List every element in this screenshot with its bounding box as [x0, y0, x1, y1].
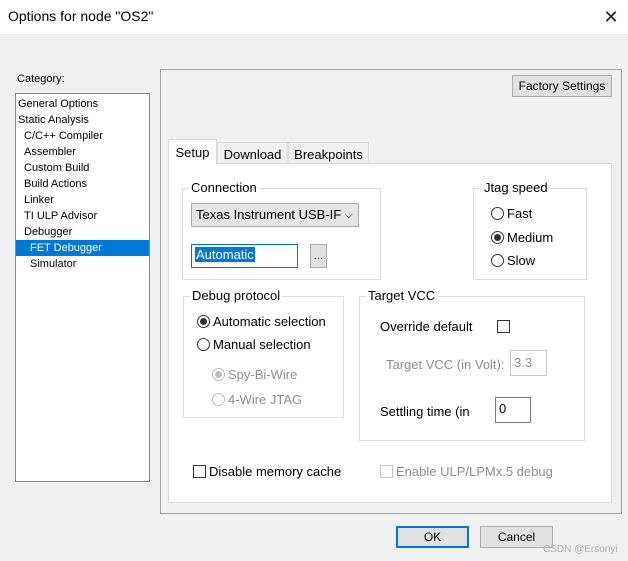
jtag-fast-label: Fast: [507, 206, 533, 221]
connection-dropdown[interactable]: Texas Instrument USB-IF ⌵: [191, 203, 359, 227]
category-item-ulp-advisor[interactable]: TI ULP Advisor: [16, 208, 149, 224]
jtag-medium-radio[interactable]: [491, 231, 504, 244]
automatic-selection-label: Automatic selection: [213, 314, 326, 329]
enable-ulp-debug-checkbox[interactable]: [380, 465, 393, 478]
category-item-build-actions[interactable]: Build Actions: [16, 176, 149, 192]
window-title: Options for node "OS2": [8, 8, 154, 24]
jtag-slow-radio[interactable]: [491, 254, 504, 267]
connection-port-input[interactable]: Automatic: [191, 244, 298, 268]
category-list[interactable]: General Options Static Analysis C/C++ Co…: [15, 93, 150, 482]
category-item-general-options[interactable]: General Options: [16, 96, 149, 112]
close-icon[interactable]: ✕: [596, 4, 626, 30]
category-item-static-analysis[interactable]: Static Analysis: [16, 112, 149, 128]
category-item-assembler[interactable]: Assembler: [16, 144, 149, 160]
category-item-simulator[interactable]: Simulator: [16, 256, 149, 272]
disable-memory-cache-label: Disable memory cache: [209, 464, 342, 479]
override-default-label: Override default: [380, 319, 473, 334]
target-vcc-volt-label: Target VCC (in Volt):: [386, 357, 505, 372]
category-item-fet-debugger[interactable]: FET Debugger: [16, 240, 149, 256]
debug-protocol-label: Debug protocol: [190, 288, 283, 303]
browse-button[interactable]: ...: [310, 244, 327, 268]
disable-memory-cache-checkbox[interactable]: [193, 465, 206, 478]
jtag-speed-label: Jtag speed: [482, 180, 550, 195]
connection-group-label: Connection: [189, 180, 259, 195]
tab-setup[interactable]: Setup: [168, 139, 217, 165]
watermark: CSDN @Ersonyi: [543, 544, 618, 555]
four-wire-jtag-radio[interactable]: [212, 393, 225, 406]
enable-ulp-debug-label: Enable ULP/LPMx.5 debug: [396, 464, 553, 479]
chevron-down-icon: ⌵: [344, 209, 353, 221]
category-item-debugger[interactable]: Debugger: [16, 224, 149, 240]
spy-bi-wire-label: Spy-Bi-Wire: [228, 367, 298, 382]
manual-selection-label: Manual selection: [213, 337, 311, 352]
connection-port-value: Automatic: [195, 247, 255, 262]
manual-selection-radio[interactable]: [197, 338, 210, 351]
override-default-checkbox[interactable]: [497, 320, 510, 333]
automatic-selection-radio[interactable]: [197, 315, 210, 328]
four-wire-jtag-label: 4-Wire JTAG: [228, 392, 303, 407]
settling-time-label: Settling time (in: [380, 404, 470, 419]
spy-bi-wire-radio[interactable]: [212, 368, 225, 381]
jtag-medium-label: Medium: [507, 230, 554, 245]
jtag-slow-label: Slow: [507, 253, 536, 268]
category-label: Category:: [17, 73, 65, 85]
target-vcc-label: Target VCC: [366, 288, 438, 303]
target-vcc-volt-input[interactable]: 3.3: [510, 350, 547, 376]
category-item-custom-build[interactable]: Custom Build: [16, 160, 149, 176]
tab-download[interactable]: Download: [217, 142, 288, 165]
category-item-compiler[interactable]: C/C++ Compiler: [16, 128, 149, 144]
settling-time-input[interactable]: 0: [495, 397, 531, 423]
ok-button[interactable]: OK: [396, 526, 469, 548]
category-item-linker[interactable]: Linker: [16, 192, 149, 208]
jtag-fast-radio[interactable]: [491, 207, 504, 220]
factory-settings-button[interactable]: Factory Settings: [512, 75, 612, 97]
tab-breakpoints[interactable]: Breakpoints: [288, 142, 369, 165]
connection-dropdown-value: Texas Instrument USB-IF: [196, 207, 342, 222]
